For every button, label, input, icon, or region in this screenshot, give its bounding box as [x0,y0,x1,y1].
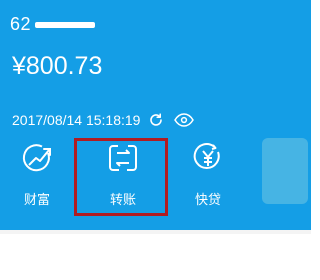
loan-yen-icon [192,142,224,179]
balance-amount: ¥800.73 [12,52,103,80]
account-number-prefix: 62 [10,14,32,34]
divider [0,230,311,234]
action-loan[interactable]: 快贷 [173,140,243,214]
account-number-mask [35,21,96,28]
account-number: 62 [10,14,96,35]
action-wealth-label: 财富 [23,192,50,207]
timestamp-row: 2017/08/14 15:18:19 [12,112,195,128]
action-loan-label: 快贷 [194,192,221,207]
side-panel[interactable] [262,138,308,204]
refresh-icon[interactable] [148,112,164,128]
timestamp-text: 2017/08/14 15:18:19 [12,112,141,128]
action-wealth[interactable]: 财富 [2,140,72,214]
chart-growth-icon [21,142,53,179]
highlight-box [74,138,168,216]
eye-icon[interactable] [174,113,195,127]
